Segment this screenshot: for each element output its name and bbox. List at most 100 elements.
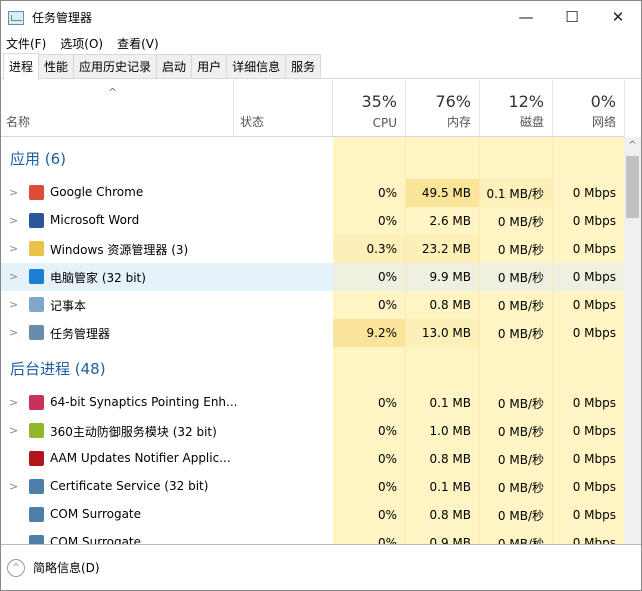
mem-value: 49.5 MB xyxy=(406,179,480,207)
menu-file[interactable]: 文件(F) xyxy=(6,35,46,52)
word-icon xyxy=(29,213,44,228)
cpu-value: 0% xyxy=(333,529,406,545)
net-value: 0 Mbps xyxy=(553,417,625,445)
group-cell xyxy=(406,347,480,389)
disk-value: 0 MB/秒 xyxy=(480,389,553,417)
group-cell xyxy=(406,137,480,179)
scrollbar-thumb[interactable] xyxy=(626,156,639,218)
chevron-right-icon[interactable]: > xyxy=(9,480,18,493)
chevron-right-icon[interactable]: > xyxy=(9,424,18,437)
chevron-right-icon[interactable]: > xyxy=(9,270,18,283)
process-row[interactable]: > 电脑管家 (32 bit) 0% 9.9 MB 0 MB/秒 0 Mbps xyxy=(1,263,625,291)
mem-value: 13.0 MB xyxy=(406,319,480,347)
process-row[interactable]: > Microsoft Word 0% 2.6 MB 0 MB/秒 0 Mbps xyxy=(1,207,625,235)
chevron-right-icon[interactable]: > xyxy=(9,298,18,311)
chevron-right-icon[interactable]: > xyxy=(9,186,18,199)
chevron-right-icon[interactable]: > xyxy=(9,326,18,339)
mem-value: 0.9 MB xyxy=(406,529,480,545)
mem-value: 2.6 MB xyxy=(406,207,480,235)
cpu-value: 9.2% xyxy=(333,319,406,347)
process-row[interactable]: COM Surrogate 0% 0.8 MB 0 MB/秒 0 Mbps xyxy=(1,501,625,529)
disk-value: 0 MB/秒 xyxy=(480,235,553,263)
cpu-value: 0% xyxy=(333,389,406,417)
column-disk[interactable]: 12% 磁盘 xyxy=(480,80,553,136)
menu-options[interactable]: 选项(O) xyxy=(60,35,103,52)
chevron-right-icon[interactable]: > xyxy=(9,396,18,409)
process-name: AAM Updates Notifier Applic... xyxy=(50,451,231,465)
group-cell xyxy=(553,347,625,389)
process-name: 64-bit Synaptics Pointing Enh... xyxy=(50,395,238,409)
group-header[interactable]: 后台进程 (48) xyxy=(1,347,625,389)
mem-value: 0.8 MB xyxy=(406,291,480,319)
cpu-value: 0% xyxy=(333,179,406,207)
tab-processes[interactable]: 进程 xyxy=(3,53,40,79)
column-memory[interactable]: 76% 内存 xyxy=(406,80,480,136)
disk-value: 0 MB/秒 xyxy=(480,207,553,235)
footer: ^ 简略信息(D) xyxy=(1,544,641,590)
cpu-value: 0% xyxy=(333,263,406,291)
process-row[interactable]: > Certificate Service (32 bit) 0% 0.1 MB 0 M… xyxy=(1,473,625,501)
process-row[interactable]: COM Surrogate 0% 0.9 MB 0 MB/秒 0 Mbps xyxy=(1,529,625,545)
cpu-total: 35% xyxy=(361,92,397,111)
collapse-up-icon[interactable]: ^ xyxy=(7,558,25,577)
group-label: 后台进程 (48) xyxy=(10,359,106,378)
cpu-value: 0% xyxy=(333,291,406,319)
column-name[interactable]: ^ 名称 xyxy=(1,80,234,136)
process-row[interactable]: > 任务管理器 9.2% 13.0 MB 0 MB/秒 0 Mbps xyxy=(1,319,625,347)
scrollbar[interactable]: ^ xyxy=(624,137,641,545)
maximize-button[interactable]: ☐ xyxy=(549,1,595,33)
net-value: 0 Mbps xyxy=(553,207,625,235)
menu-view[interactable]: 查看(V) xyxy=(117,35,159,52)
column-memory-label: 内存 xyxy=(446,115,471,129)
window-title: 任务管理器 xyxy=(32,11,93,25)
close-button[interactable]: ✕ xyxy=(595,1,641,33)
chevron-right-icon[interactable]: > xyxy=(9,214,18,227)
column-cpu-label: CPU xyxy=(372,116,397,130)
tab-users[interactable]: 用户 xyxy=(191,54,228,78)
process-row[interactable]: >64-bit Synaptics Pointing Enh... 0% 0.1 M… xyxy=(1,389,625,417)
process-row[interactable]: > Google Chrome 0% 49.5 MB 0.1 MB/秒 0 Mbps xyxy=(1,179,625,207)
process-list: 应用 (6) > Google Chrome 0% 49.5 MB 0.1 MB/秒 0 M… xyxy=(1,137,625,545)
tab-startup[interactable]: 启动 xyxy=(156,54,193,78)
disk-value: 0 MB/秒 xyxy=(480,501,553,529)
disk-value: 0 MB/秒 xyxy=(480,473,553,501)
net-value: 0 Mbps xyxy=(553,445,625,473)
process-name: 电脑管家 (32 bit) xyxy=(50,271,146,285)
process-name: 记事本 xyxy=(50,299,87,313)
disk-value: 0 MB/秒 xyxy=(480,319,553,347)
tab-performance[interactable]: 性能 xyxy=(38,54,75,78)
mem-value: 1.0 MB xyxy=(406,417,480,445)
process-row[interactable]: > 记事本 0% 0.8 MB 0 MB/秒 0 Mbps xyxy=(1,291,625,319)
column-cpu[interactable]: 35% CPU xyxy=(333,80,406,136)
group-cell xyxy=(333,137,406,179)
service-icon xyxy=(29,507,44,522)
net-value: 0 Mbps xyxy=(553,529,625,545)
mem-value: 23.2 MB xyxy=(406,235,480,263)
tab-details[interactable]: 详细信息 xyxy=(226,54,287,78)
disk-total: 12% xyxy=(508,92,544,111)
column-network-label: 网络 xyxy=(591,115,616,129)
mem-value: 0.1 MB xyxy=(406,473,480,501)
process-name: Google Chrome xyxy=(50,185,144,199)
minimize-button[interactable]: — xyxy=(503,1,549,33)
net-value: 0 Mbps xyxy=(553,263,625,291)
mem-value: 9.9 MB xyxy=(406,263,480,291)
column-network[interactable]: 0% 网络 xyxy=(553,80,625,136)
process-row[interactable]: >360主动防御服务模块 (32 bit) 0% 1.0 MB 0 MB/秒 0 Mbp… xyxy=(1,417,625,445)
cpu-value: 0% xyxy=(333,445,406,473)
tab-app-history[interactable]: 应用历史记录 xyxy=(73,54,158,78)
process-name: Windows 资源管理器 (3) xyxy=(50,243,189,257)
column-header: ^ 名称 状态 35% CPU 76% 内存 12% 磁盘 0% 网络 xyxy=(1,80,625,137)
net-value: 0 Mbps xyxy=(553,235,625,263)
net-value: 0 Mbps xyxy=(553,179,625,207)
tab-services[interactable]: 服务 xyxy=(285,54,322,78)
process-row[interactable]: > Windows 资源管理器 (3) 0.3% 23.2 MB 0 MB/秒 0 Mbp… xyxy=(1,235,625,263)
net-value: 0 Mbps xyxy=(553,473,625,501)
group-header[interactable]: 应用 (6) xyxy=(1,137,625,179)
process-row[interactable]: AAM Updates Notifier Applic... 0% 0.8 MB 0 … xyxy=(1,445,625,473)
fewer-details-link[interactable]: 简略信息(D) xyxy=(33,559,100,576)
column-status[interactable]: 状态 xyxy=(234,80,333,136)
scroll-up-icon[interactable]: ^ xyxy=(624,137,641,154)
chevron-right-icon[interactable]: > xyxy=(9,242,18,255)
service-icon xyxy=(29,479,44,494)
